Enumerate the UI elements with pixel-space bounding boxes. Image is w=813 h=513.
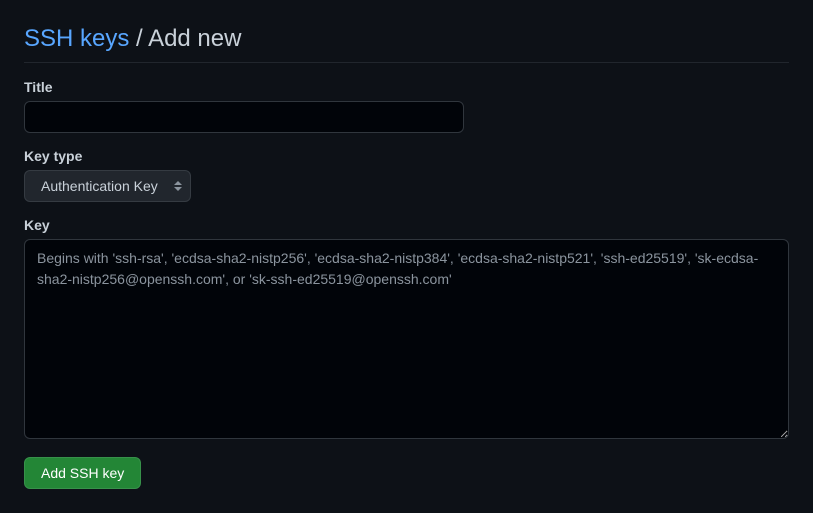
key-textarea[interactable] [24, 239, 789, 439]
updown-icon [174, 181, 182, 191]
breadcrumb: SSH keys / Add new [24, 24, 789, 54]
key-type-label: Key type [24, 148, 789, 164]
form-group-key-type: Key type Authentication Key [24, 148, 789, 202]
form-group-key: Key [24, 217, 789, 442]
breadcrumb-separator: / [129, 25, 148, 52]
title-label: Title [24, 79, 789, 95]
title-input[interactable] [24, 101, 464, 133]
add-ssh-key-button[interactable]: Add SSH key [24, 457, 141, 489]
form-group-title: Title [24, 79, 789, 133]
breadcrumb-link-ssh-keys[interactable]: SSH keys [24, 25, 129, 52]
key-type-selected-value: Authentication Key [41, 176, 158, 196]
key-type-select[interactable]: Authentication Key [24, 170, 191, 202]
key-label: Key [24, 217, 789, 233]
page-header: SSH keys / Add new [24, 24, 789, 63]
breadcrumb-current: Add new [148, 25, 241, 52]
